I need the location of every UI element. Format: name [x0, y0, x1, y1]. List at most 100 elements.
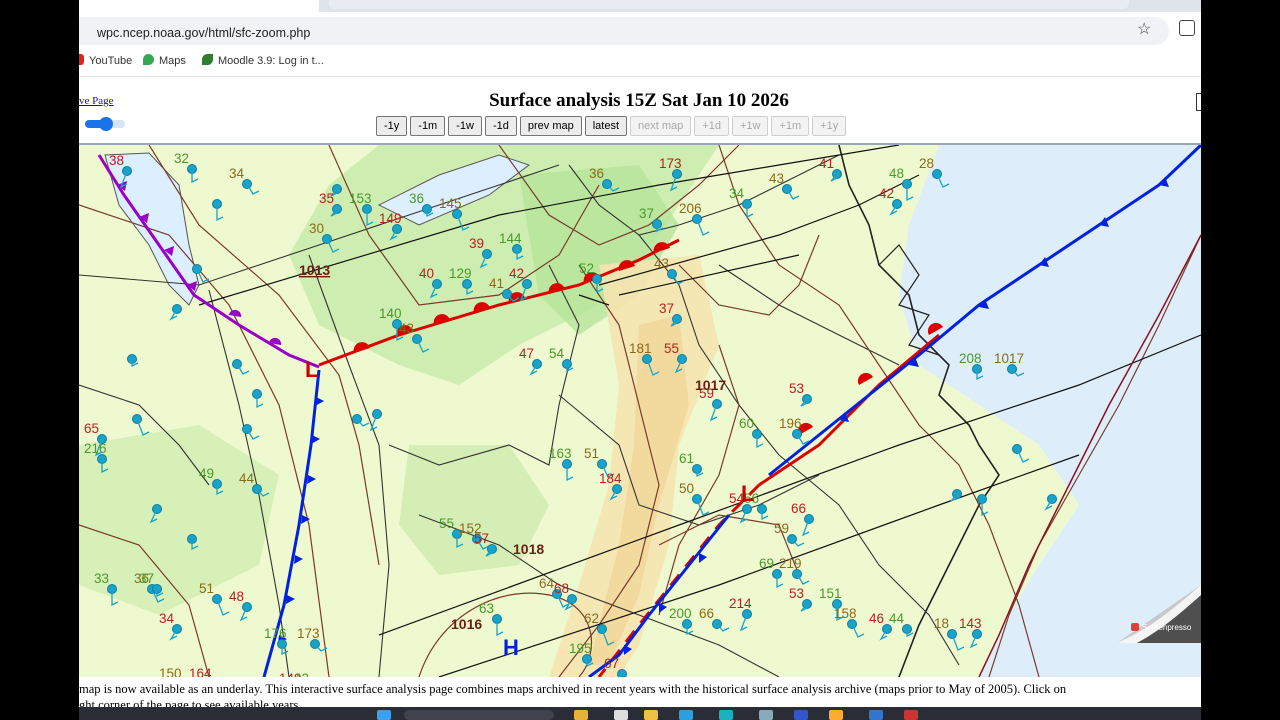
station-value: 42: [294, 671, 309, 677]
moodle-icon: [202, 54, 213, 65]
current-tab[interactable]: [79, 0, 319, 12]
app-icon[interactable]: [614, 710, 628, 720]
nav-button-1d[interactable]: -1d: [484, 116, 517, 136]
browser-window: wpc.ncep.noaa.gov/html/sfc-zoom.php ☆ Yo…: [79, 0, 1201, 720]
app-icon[interactable]: [759, 710, 773, 720]
station-value: 55: [439, 516, 454, 531]
station-value: 151: [819, 586, 842, 601]
nav-button-next-map: next map: [630, 116, 692, 136]
station-value: 34: [729, 186, 745, 201]
high-pressure-symbol: H: [503, 635, 519, 660]
taskbar-search[interactable]: [404, 710, 554, 720]
opacity-slider[interactable]: [85, 117, 125, 131]
station-value: 59: [774, 521, 789, 536]
station-value: 34: [159, 611, 175, 626]
station-value: 48: [889, 166, 904, 181]
station-value: 50: [679, 481, 694, 496]
nav-button-1w[interactable]: -1w: [448, 116, 482, 136]
app-icon[interactable]: [574, 710, 588, 720]
station-value: 36: [409, 191, 424, 206]
station-value: 65: [84, 421, 99, 436]
station-value: 129: [449, 266, 472, 281]
extensions-icon[interactable]: [1179, 20, 1195, 36]
edge-control[interactable]: [1196, 93, 1201, 111]
station-value: 153: [349, 191, 372, 206]
tab-strip: [79, 0, 1201, 12]
station-value: 38: [109, 153, 124, 168]
station-value: 32: [174, 151, 189, 166]
nav-button-1w: +1w: [731, 116, 769, 136]
station-value: 57: [474, 531, 489, 546]
nav-button-latest[interactable]: latest: [584, 116, 628, 136]
station-value: 150: [159, 666, 182, 677]
nav-button-1d: +1d: [694, 116, 729, 136]
station-value: 164: [189, 666, 212, 677]
station-value: 61: [679, 451, 694, 466]
nav-button-1m[interactable]: -1m: [410, 116, 446, 136]
station-value: 54: [549, 346, 565, 361]
start-icon[interactable]: [377, 710, 391, 720]
station-value: 176: [264, 626, 287, 641]
app-icon[interactable]: [679, 710, 693, 720]
app-icon[interactable]: [794, 710, 808, 720]
station-value: 39: [469, 236, 484, 251]
watermark-logo-icon: [1131, 623, 1139, 631]
station-value: 69: [759, 556, 774, 571]
station-value: 173: [659, 156, 682, 171]
slider-knob[interactable]: [99, 117, 113, 131]
nav-button-1y[interactable]: -1y: [376, 116, 408, 136]
nav-button-1y: +1y: [812, 116, 847, 136]
station-value: 184: [599, 471, 622, 486]
station-value: 158: [834, 606, 857, 621]
station-value: 46: [869, 611, 884, 626]
station-value: 42: [879, 186, 894, 201]
station-value: 37: [139, 571, 154, 586]
station-value: 41: [819, 156, 834, 171]
station-value: 43: [399, 321, 414, 336]
bookmark-label: Maps: [159, 55, 186, 67]
url-text[interactable]: wpc.ncep.noaa.gov/html/sfc-zoom.php: [97, 26, 310, 40]
bookmark-star-icon[interactable]: ☆: [1137, 19, 1151, 39]
app-icon[interactable]: [869, 710, 883, 720]
isobar-label: 1016: [451, 616, 482, 632]
station-value: 42: [509, 266, 524, 281]
station-value: 49: [199, 466, 214, 481]
browser-icon[interactable]: [829, 710, 843, 720]
station-value: 163: [549, 446, 572, 461]
station-value: 40: [419, 266, 434, 281]
station-value: 219: [779, 556, 802, 571]
station-value: 206: [679, 201, 702, 216]
save-page-link[interactable]: ve Page: [79, 95, 114, 107]
bookmark-moodle[interactable]: Moodle 3.9: Log in t...: [202, 54, 324, 67]
station-value: 145: [439, 196, 462, 211]
station-value: 173: [297, 626, 320, 641]
station-value: 51: [199, 581, 214, 596]
map-navigation: -1y -1m -1w -1d prev map latest next map +1d +1w…: [376, 116, 849, 136]
other-tab[interactable]: [329, 0, 1129, 9]
app-icon[interactable]: [719, 710, 733, 720]
nav-button-prev-map[interactable]: prev map: [519, 116, 582, 136]
station-value: 36: [589, 166, 604, 181]
station-value: 196: [779, 416, 802, 431]
station-value: 66: [699, 606, 714, 621]
url-field[interactable]: wpc.ncep.noaa.gov/html/sfc-zoom.php: [79, 17, 1169, 45]
station-value: 37: [639, 206, 654, 221]
station-value: 35: [319, 191, 334, 206]
station-value: 144: [499, 231, 522, 246]
bookmark-youtube[interactable]: YouTube: [79, 54, 132, 67]
station-value: 208: [959, 351, 982, 366]
footer-text: map is now available as an underlay. Thi…: [79, 682, 1067, 696]
bookmark-label: YouTube: [89, 55, 133, 67]
bookmarks-bar: YouTube Maps Moodle 3.9: Log in t...: [79, 48, 1201, 77]
station-value: 30: [309, 221, 324, 236]
station-value: 143: [959, 616, 982, 631]
bookmark-maps[interactable]: Maps: [143, 54, 186, 67]
isobar-label: 1017: [695, 377, 726, 393]
station-value: 44: [889, 611, 905, 626]
folder-icon[interactable]: [644, 710, 658, 720]
app-icon[interactable]: [904, 710, 918, 720]
station-value: 181: [629, 341, 652, 356]
taskbar: [79, 707, 1201, 720]
station-value: 53: [789, 586, 804, 601]
surface-analysis-map[interactable]: 38 32 34 35 153 30 149 36 145 39 144 36 173 34 43 41 48 2…: [79, 143, 1201, 677]
